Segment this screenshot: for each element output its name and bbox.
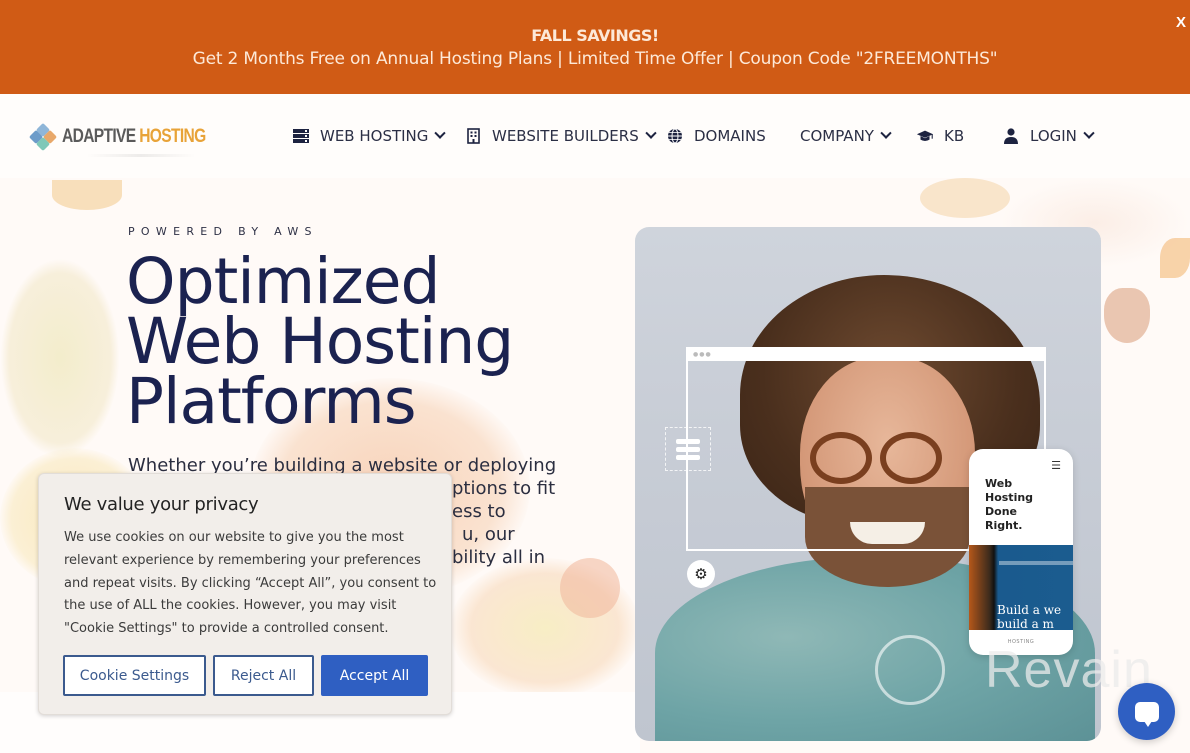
nav-company[interactable]: COMPANY	[800, 124, 892, 148]
nav-login[interactable]: LOGIN	[1002, 124, 1095, 148]
promo-title: FALL SAVINGS!	[531, 26, 659, 45]
accept-all-button[interactable]: Accept All	[321, 655, 428, 696]
nav-kb[interactable]: KB	[916, 124, 964, 148]
leaf-decoration	[1160, 238, 1190, 278]
chevron-down-icon	[645, 127, 657, 139]
user-icon	[1002, 128, 1020, 144]
cookie-title: We value your privacy	[64, 494, 259, 515]
cookie-settings-button[interactable]: Cookie Settings	[63, 655, 206, 696]
phone-screenshot-text: Build a we build a m	[997, 603, 1062, 631]
cookie-body: We use cookies on our website to give yo…	[64, 530, 437, 637]
nav-domains[interactable]: DOMAINS	[666, 124, 766, 148]
close-icon[interactable]: X	[1176, 14, 1186, 31]
leaf-decoration	[52, 180, 122, 210]
chat-button[interactable]	[1118, 683, 1175, 740]
hero-headline: Optimized Web Hosting Platforms	[126, 245, 514, 438]
hamburger-menu-icon: ☰	[1051, 459, 1061, 472]
building-icon	[464, 128, 482, 144]
leaf-decoration	[920, 178, 1010, 218]
logo-diamond-icon	[28, 122, 58, 152]
phone-mockup: ☰ Web Hosting Done Right. Build a we buil…	[969, 449, 1073, 655]
chat-bubble-icon	[1134, 701, 1159, 727]
nav-web-hosting[interactable]: WEB HOSTING	[292, 124, 447, 148]
nav-label: KB	[944, 127, 965, 145]
server-stack-icon	[665, 427, 711, 471]
acorn-decoration	[1104, 288, 1150, 343]
browser-bar-graphic	[686, 347, 1046, 361]
chevron-down-icon	[880, 127, 892, 139]
phone-title: Web Hosting Done Right.	[985, 477, 1034, 532]
nav-label: LOGIN	[1030, 127, 1077, 145]
promo-message: Get 2 Months Free on Annual Hosting Plan…	[192, 49, 998, 69]
graduation-cap-icon	[916, 129, 934, 143]
berry-decoration	[560, 558, 620, 618]
reject-all-button[interactable]: Reject All	[213, 655, 314, 696]
browser-dots-icon: ●●●	[693, 351, 712, 358]
logo-text: ADAPTIVE HOSTING	[62, 126, 206, 147]
gear-icon: ⚙	[687, 560, 715, 588]
nav-label: DOMAINS	[694, 127, 766, 145]
cookie-consent-banner: We value your privacy We use cookies on …	[38, 473, 452, 715]
nav-label: WEB HOSTING	[320, 127, 429, 145]
nav-website-builders[interactable]: WEBSITE BUILDERS	[464, 124, 657, 148]
logo[interactable]: ADAPTIVE HOSTING	[28, 122, 237, 157]
hero-image: ●●● ⚙ ☰ Web Hosting Done Right. Build a …	[635, 227, 1101, 741]
logo-underline	[86, 154, 196, 157]
site-header: ADAPTIVE HOSTING WEB HOSTING WEBSITE BUI…	[0, 94, 1190, 178]
chevron-down-icon	[434, 127, 447, 139]
promo-banner: FALL SAVINGS! Get 2 Months Free on Annua…	[0, 0, 1190, 94]
server-icon	[292, 129, 310, 143]
phone-screenshot: Build a we build a m	[969, 545, 1073, 631]
eyebrow-text: POWERED BY AWS	[128, 225, 318, 238]
leaf-decoration	[0, 258, 120, 458]
nav-label: COMPANY	[800, 127, 874, 145]
globe-icon	[666, 128, 684, 144]
chevron-down-icon	[1083, 127, 1095, 139]
phone-footer: HOSTING	[1007, 639, 1035, 645]
nav-label: WEBSITE BUILDERS	[492, 127, 639, 145]
